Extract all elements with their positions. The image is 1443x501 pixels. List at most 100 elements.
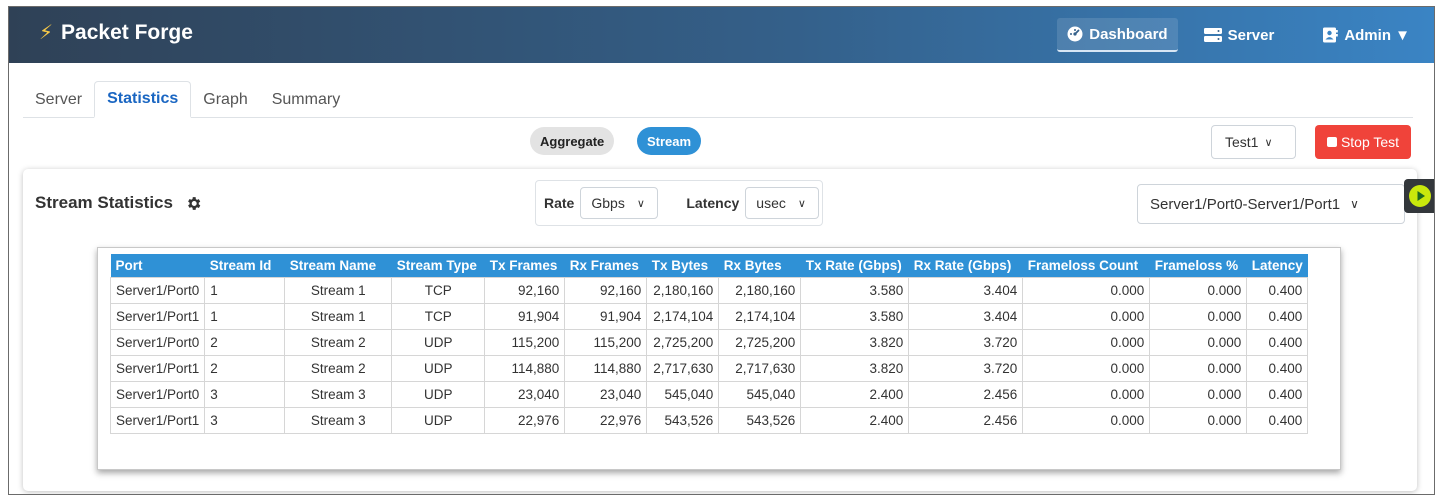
chevron-down-icon: ∨ [1264, 136, 1273, 149]
column-header[interactable]: Stream Id [204, 254, 285, 277]
table-cell: 0.000 [1149, 354, 1248, 382]
nav-server-label: Server [1227, 26, 1275, 44]
nav-server[interactable]: Server [1194, 18, 1285, 52]
chevron-down-icon: ∨ [636, 197, 645, 210]
tab-bar: Server Statistics Graph Summary [23, 81, 1413, 118]
port-pair-value: Server1/Port0-Server1/Port1 [1150, 195, 1341, 213]
column-header[interactable]: Tx Bytes [646, 254, 719, 277]
table-row: Server1/Port1 3 Stream 3 UDP 22,976 22,976 543… [109, 406, 1309, 434]
table-cell: 2.400 [800, 380, 910, 408]
dashboard-icon [1067, 26, 1083, 42]
nav-links: Dashboard Server Admin ▼ [1057, 7, 1434, 63]
table-cell: Stream 3 [284, 406, 393, 434]
table-cell: 3.820 [800, 328, 910, 356]
table-cell: 91,904 [484, 302, 566, 330]
table-cell: 0.000 [1022, 302, 1151, 330]
column-header[interactable]: Tx Rate (Gbps) [800, 254, 909, 277]
table-cell: 3.720 [908, 328, 1024, 356]
port-pair-select[interactable]: Server1/Port0-Server1/Port1 ∨ [1137, 184, 1405, 224]
tab-summary[interactable]: Summary [260, 81, 352, 118]
column-header[interactable]: Tx Frames [484, 254, 565, 277]
table-header-row: Port Stream Id Stream Name Stream Type Tx Fr… [110, 254, 1308, 277]
column-header[interactable]: Rx Frames [564, 254, 647, 277]
stop-test-button[interactable]: Stop Test [1315, 125, 1411, 159]
stream-toggle[interactable]: Stream [637, 127, 702, 155]
table-cell: 2,717,630 [646, 354, 720, 382]
table-cell: Stream 1 [284, 276, 393, 304]
tab-server[interactable]: Server [23, 81, 94, 118]
table-cell: 2,180,160 [718, 276, 802, 304]
chevron-down-icon: ∨ [797, 197, 806, 210]
app-title: Packet Forge [61, 20, 193, 44]
column-header[interactable]: Stream Type [391, 254, 485, 277]
table-cell: UDP [391, 354, 486, 382]
table-cell: 0.400 [1246, 380, 1309, 408]
nav-dashboard[interactable]: Dashboard [1057, 18, 1178, 52]
table-cell: 115,200 [484, 328, 566, 356]
aggregate-toggle[interactable]: Aggregate [530, 127, 615, 155]
table-cell: 0.400 [1246, 276, 1309, 304]
nav-admin[interactable]: Admin ▼ [1312, 18, 1420, 52]
table-cell: 3.404 [908, 276, 1024, 304]
unit-controls: Rate Gbps ∨ Latency usec ∨ [535, 180, 823, 226]
column-header[interactable]: Stream Name [284, 254, 392, 277]
table-cell: 2 [204, 354, 286, 382]
rate-label: Rate [544, 195, 575, 211]
table-cell: 2,174,104 [718, 302, 802, 330]
play-button[interactable] [1404, 179, 1434, 213]
table-cell: 1 [204, 302, 286, 330]
table-cell: Stream 2 [284, 354, 393, 382]
stream-stats-table-container: Port Stream Id Stream Name Stream Type Tx Fr… [97, 247, 1341, 470]
table-cell: Server1/Port1 [109, 354, 206, 382]
column-header[interactable]: Latency [1246, 254, 1308, 277]
card-header: Stream Statistics [35, 193, 202, 213]
latency-select[interactable]: usec ∨ [745, 187, 820, 219]
stream-stats-table: Port Stream Id Stream Name Stream Type Tx Fr… [109, 254, 1309, 434]
table-cell: Server1/Port0 [109, 328, 206, 356]
play-icon [1409, 185, 1431, 207]
admin-icon [1323, 27, 1339, 43]
table-cell: Stream 3 [284, 380, 393, 408]
bolt-icon: ⚡ [39, 22, 54, 44]
column-header[interactable]: Frameloss % [1149, 254, 1247, 277]
card-title: Stream Statistics [35, 193, 173, 212]
table-cell: 0.000 [1149, 380, 1248, 408]
table-cell: 0.000 [1022, 406, 1151, 434]
brand[interactable]: ⚡ Packet Forge [39, 20, 193, 45]
table-cell: 0.400 [1246, 406, 1309, 434]
table-cell: Server1/Port0 [109, 276, 206, 304]
stream-statistics-card: Stream Statistics Rate Gbps ∨ Latency us… [23, 169, 1417, 491]
table-cell: 3 [204, 380, 286, 408]
tab-statistics[interactable]: Statistics [94, 81, 192, 118]
rate-select[interactable]: Gbps ∨ [580, 187, 659, 219]
latency-value: usec [756, 195, 786, 211]
table-row: Server1/Port0 2 Stream 2 UDP 115,200 115,200 2… [109, 328, 1309, 356]
column-header[interactable]: Frameloss Count [1022, 254, 1150, 277]
table-cell: 115,200 [564, 328, 648, 356]
table-cell: UDP [391, 406, 486, 434]
table-cell: 0.400 [1246, 302, 1309, 330]
table-cell: 23,040 [564, 380, 648, 408]
table-cell: 545,040 [718, 380, 802, 408]
stop-test-label: Stop Test [1340, 134, 1400, 150]
server-icon [1203, 28, 1222, 42]
test-select[interactable]: Test1 ∨ [1211, 125, 1296, 159]
tab-graph[interactable]: Graph [191, 81, 259, 118]
column-header[interactable]: Rx Bytes [718, 254, 801, 277]
table-cell: 2,717,630 [718, 354, 802, 382]
table-cell: Stream 2 [284, 328, 393, 356]
table-cell: Server1/Port0 [109, 380, 206, 408]
table-cell: Server1/Port1 [109, 302, 206, 330]
table-cell: 2,725,200 [718, 328, 802, 356]
table-cell: 3.580 [800, 276, 910, 304]
table-cell: 92,160 [484, 276, 566, 304]
table-cell: 0.400 [1246, 328, 1309, 356]
table-cell: TCP [391, 276, 486, 304]
column-header[interactable]: Rx Rate (Gbps) [908, 254, 1023, 277]
gear-icon[interactable] [185, 195, 202, 212]
table-cell: 2,725,200 [646, 328, 720, 356]
table-cell: 0.000 [1022, 276, 1151, 304]
table-cell: TCP [391, 302, 486, 330]
rate-value: Gbps [591, 195, 625, 211]
column-header[interactable]: Port [110, 254, 205, 277]
